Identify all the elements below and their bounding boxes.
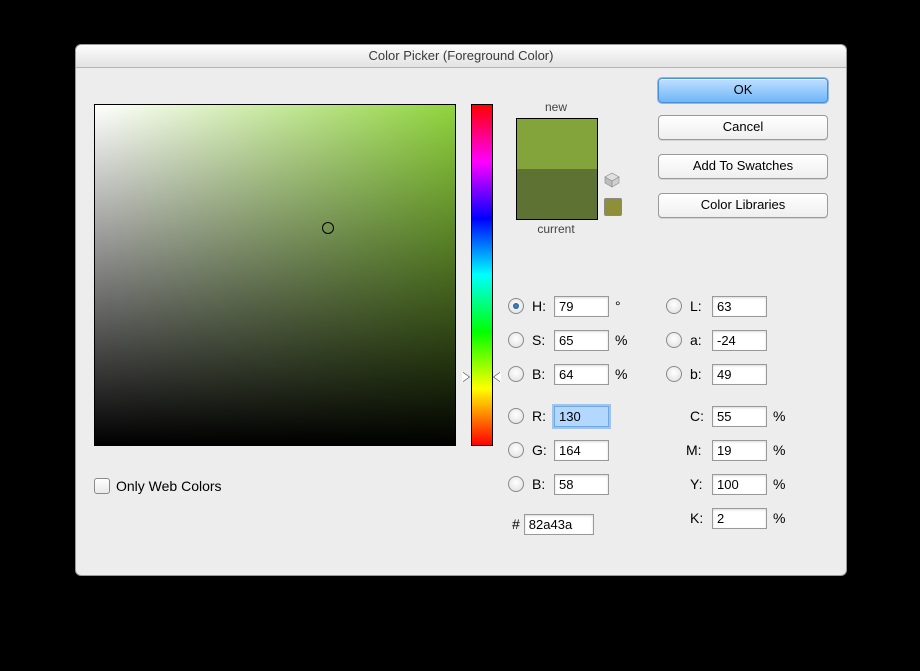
input-a[interactable]: [712, 330, 767, 351]
radio-a[interactable]: [666, 332, 682, 348]
preview-new-swatch[interactable]: [517, 119, 597, 169]
row-rgb-b: B:: [508, 472, 609, 496]
label-l: L:: [690, 298, 712, 314]
row-hex: #: [512, 512, 594, 536]
cancel-button[interactable]: Cancel: [658, 115, 828, 140]
row-s: S: %: [508, 328, 627, 352]
hue-slider-thumb-left[interactable]: [462, 372, 469, 382]
unit-hsb-b: %: [615, 366, 627, 382]
row-l: L:: [666, 294, 767, 318]
input-y[interactable]: [712, 474, 767, 495]
row-hsb-b: B: %: [508, 362, 627, 386]
label-c: C:: [690, 408, 712, 424]
input-r[interactable]: [554, 406, 609, 427]
label-k: K:: [690, 510, 712, 526]
input-m[interactable]: [712, 440, 767, 461]
input-k[interactable]: [712, 508, 767, 529]
row-a: a:: [666, 328, 767, 352]
input-lab-b[interactable]: [712, 364, 767, 385]
add-to-swatches-button[interactable]: Add To Swatches: [658, 154, 828, 179]
hex-label: #: [512, 516, 520, 532]
current-label: current: [516, 222, 596, 236]
radio-g[interactable]: [508, 442, 524, 458]
input-hex[interactable]: [524, 514, 594, 535]
radio-h[interactable]: [508, 298, 524, 314]
unit-c: %: [773, 408, 785, 424]
color-field[interactable]: [94, 104, 456, 446]
input-rgb-b[interactable]: [554, 474, 609, 495]
row-h: H: °: [508, 294, 621, 318]
row-m: M: %: [686, 438, 785, 462]
input-l[interactable]: [712, 296, 767, 317]
label-m: M:: [686, 442, 712, 458]
row-g: G:: [508, 438, 609, 462]
preview-current-swatch[interactable]: [517, 169, 597, 219]
radio-l[interactable]: [666, 298, 682, 314]
label-lab-b: b:: [690, 366, 712, 382]
color-picker-dialog: Color Picker (Foreground Color) new curr…: [75, 44, 847, 576]
input-s[interactable]: [554, 330, 609, 351]
radio-lab-b[interactable]: [666, 366, 682, 382]
hue-slider-thumb-right[interactable]: [494, 372, 501, 382]
label-y: Y:: [690, 476, 712, 492]
row-r: R:: [508, 404, 609, 428]
label-h: H:: [532, 298, 554, 314]
unit-k: %: [773, 510, 785, 526]
radio-hsb-b[interactable]: [508, 366, 524, 382]
label-r: R:: [532, 408, 554, 424]
unit-h: °: [615, 298, 621, 314]
only-web-colors-checkbox[interactable]: [94, 478, 110, 494]
radio-rgb-b[interactable]: [508, 476, 524, 492]
color-libraries-button[interactable]: Color Libraries: [658, 193, 828, 218]
color-field-cursor[interactable]: [322, 222, 334, 234]
dialog-body: new current OK Cancel Add To Swatches Co…: [76, 68, 846, 576]
cube-icon[interactable]: [604, 172, 620, 188]
only-web-colors-label: Only Web Colors: [116, 478, 222, 494]
hue-slider[interactable]: [471, 104, 493, 446]
button-column: OK Cancel Add To Swatches Color Librarie…: [658, 78, 828, 230]
input-g[interactable]: [554, 440, 609, 461]
row-lab-b: b:: [666, 362, 767, 386]
row-k: K: %: [690, 506, 785, 530]
label-a: a:: [690, 332, 712, 348]
input-c[interactable]: [712, 406, 767, 427]
new-label: new: [516, 100, 596, 114]
nearest-web-swatch[interactable]: [604, 198, 622, 216]
radio-s[interactable]: [508, 332, 524, 348]
radio-r[interactable]: [508, 408, 524, 424]
label-rgb-b: B:: [532, 476, 554, 492]
input-hsb-b[interactable]: [554, 364, 609, 385]
label-hsb-b: B:: [532, 366, 554, 382]
unit-y: %: [773, 476, 785, 492]
ok-button[interactable]: OK: [658, 78, 828, 103]
unit-m: %: [773, 442, 785, 458]
color-preview: [516, 118, 598, 220]
label-g: G:: [532, 442, 554, 458]
input-h[interactable]: [554, 296, 609, 317]
label-s: S:: [532, 332, 554, 348]
row-y: Y: %: [690, 472, 785, 496]
unit-s: %: [615, 332, 627, 348]
only-web-colors-row: Only Web Colors: [94, 474, 222, 498]
row-c: C: %: [690, 404, 785, 428]
titlebar[interactable]: Color Picker (Foreground Color): [76, 45, 846, 68]
